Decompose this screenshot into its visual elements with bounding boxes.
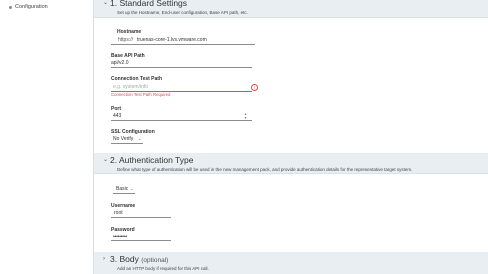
username-label: Username — [111, 203, 136, 209]
connection-test-path-label: Connection Test Path — [111, 76, 163, 82]
password-label: Password — [111, 227, 135, 233]
hostname-underline — [111, 44, 255, 45]
hostname-input[interactable]: truenas-core-1.lvs.vmware.com — [137, 37, 207, 44]
base-api-path-input[interactable]: api/v2.0 — [111, 60, 129, 67]
hostname-protocol[interactable]: https:// — [118, 37, 133, 44]
username-underline — [111, 217, 171, 218]
port-label: Port — [111, 106, 121, 112]
hostname-label: Hostname — [117, 29, 142, 35]
ssl-configuration-label: SSL Configuration — [111, 129, 155, 135]
chevron-down-icon[interactable]: ⌄ — [103, 155, 108, 165]
username-input[interactable]: root — [114, 210, 123, 217]
left-nav: Configuration — [0, 0, 94, 274]
section-title: 1. Standard Settings — [110, 0, 188, 8]
section-description: Define what type of authentication will … — [117, 167, 413, 172]
chevron-down-icon[interactable]: ⌄ — [130, 186, 133, 192]
nav-item-configuration[interactable]: Configuration — [0, 2, 93, 13]
ssl-configuration-underline — [111, 143, 143, 144]
password-underline — [111, 240, 171, 241]
connection-test-path-input[interactable]: e.g. system/info — [113, 84, 148, 91]
nav-bullet-icon — [9, 6, 12, 9]
port-input[interactable]: 443 — [113, 113, 121, 120]
ssl-configuration-select[interactable]: No Verify — [113, 136, 133, 143]
base-api-path-label: Base API Path — [111, 53, 145, 59]
chevron-down-icon[interactable]: ⌄ — [138, 136, 141, 142]
port-underline — [111, 120, 252, 121]
auth-type-select[interactable]: Basic — [116, 186, 128, 193]
section-title: 2. Authentication Type — [110, 155, 194, 165]
section-description: Set up the Hostname, End-user configurat… — [117, 10, 248, 15]
main-panel: ⌄ 1. Standard Settings Set up the Hostna… — [94, 0, 488, 274]
error-circle-icon: ! — [251, 84, 258, 91]
section-body-header[interactable]: › 3. Body (optional) Add an HTTP body if… — [94, 252, 488, 274]
section-optional-tag: (optional) — [141, 257, 169, 264]
chevron-down-icon[interactable]: ⌄ — [103, 0, 108, 8]
section-standard-settings-header[interactable]: ⌄ 1. Standard Settings Set up the Hostna… — [94, 0, 488, 18]
base-api-path-underline — [111, 67, 252, 68]
section-authentication-type-header[interactable]: ⌄ 2. Authentication Type Define what typ… — [94, 153, 488, 174]
connection-test-path-error: Connection Test Path Required — [111, 92, 171, 97]
auth-type-underline — [113, 193, 135, 194]
chevron-right-icon[interactable]: › — [103, 254, 105, 264]
section-title-text: 3. Body — [110, 254, 139, 264]
nav-item-label: Configuration — [15, 4, 48, 10]
section-description: Add an HTTP body if required for this AP… — [117, 266, 209, 271]
